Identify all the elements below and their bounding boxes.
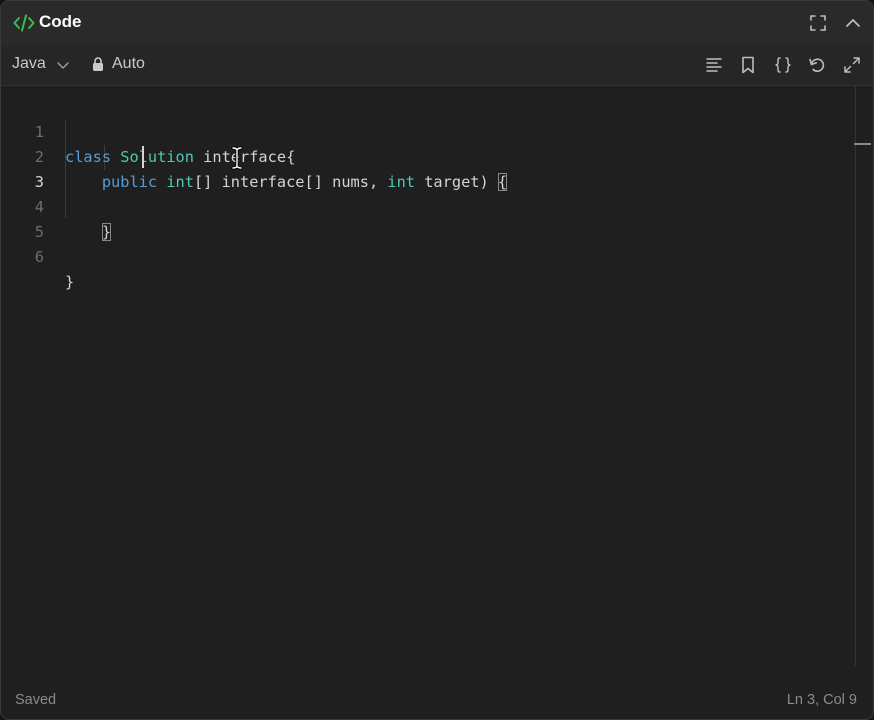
editor-toolbar: Java Auto [1,45,873,86]
line-content: } [65,270,74,295]
ibeam-cursor-icon [231,146,243,170]
cursor-position: Ln 3, Col 9 [786,692,857,708]
code-brackets-icon [13,14,35,32]
lock-icon [93,57,103,71]
text-cursor [142,146,144,168]
language-select[interactable]: Java [12,55,46,73]
code-token: } [65,273,75,291]
code-line: 1 class Solution interface{ [1,95,853,166]
panel-title: Code [39,12,82,31]
code-line: 5 [1,195,853,241]
code-panel: Code Java Auto 1 class Solution interfac… [0,0,874,720]
code-line: 2 public int[] interface[] nums, int tar… [1,120,853,191]
vertical-scrollbar[interactable] [855,86,856,666]
braces-icon[interactable] [773,55,793,75]
bookmark-icon[interactable] [738,55,758,75]
code-line: 4 } [1,170,853,241]
mode-label[interactable]: Auto [112,55,145,73]
line-number: 6 [34,248,44,266]
fullscreen-icon[interactable] [808,13,828,33]
code-line: 6 } [1,220,853,291]
code-editor[interactable]: 1 class Solution interface{ 2 public int… [1,86,873,681]
code-line: 3 [1,145,853,191]
cursor-position-marker [854,143,871,145]
expand-icon[interactable] [842,55,862,75]
save-status: Saved [15,692,57,708]
chevron-down-icon[interactable] [56,58,70,72]
chevron-up-icon[interactable] [843,13,863,33]
panel-header: Code [1,1,873,45]
reset-icon[interactable] [807,55,827,75]
status-bar: Saved Ln 3, Col 9 [1,681,873,719]
format-lines-icon[interactable] [704,55,724,75]
